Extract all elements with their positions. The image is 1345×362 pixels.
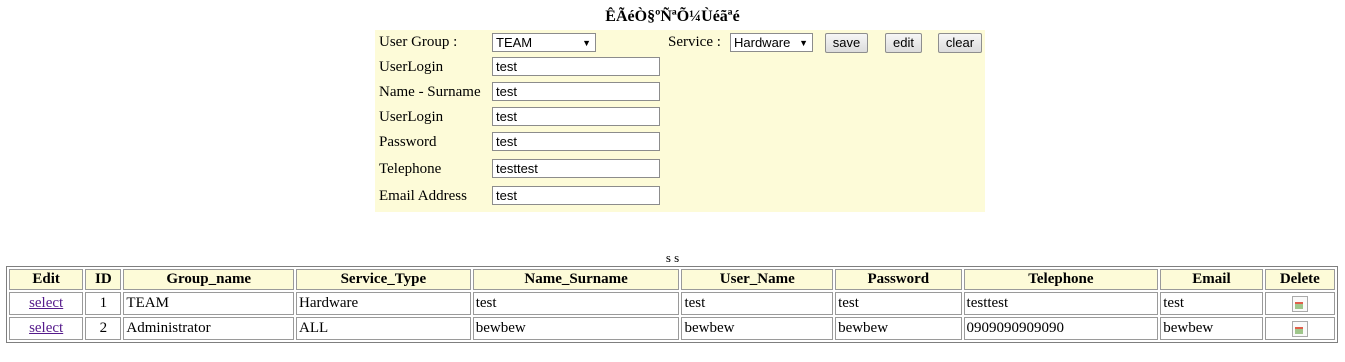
separator-text: s s xyxy=(665,250,680,265)
name-surname-label: Name - Surname xyxy=(379,84,481,100)
email-cell: bewbew xyxy=(1160,317,1263,340)
id-cell: 1 xyxy=(85,292,122,315)
group-name-cell: Administrator xyxy=(123,317,295,340)
column-header-name-surname: Name_Surname xyxy=(472,269,680,290)
user-name-cell: bewbew xyxy=(681,317,834,340)
id-cell: 2 xyxy=(85,317,122,340)
name-surname-cell: test xyxy=(472,292,680,315)
column-header-delete: Delete xyxy=(1264,269,1335,290)
table-row: select 1 TEAM Hardware test test test te… xyxy=(9,292,1335,315)
telephone-input[interactable]: testtest xyxy=(492,159,660,178)
table-row: select 2 Administrator ALL bewbew bewbew… xyxy=(9,317,1335,340)
dropdown-arrow-icon: ▼ xyxy=(799,38,808,48)
select-link[interactable]: select xyxy=(29,320,63,336)
table-header-row: Edit ID Group_name Service_Type Name_Sur… xyxy=(9,269,1335,290)
telephone-cell: testtest xyxy=(963,292,1159,315)
service-value: Hardware xyxy=(734,35,791,50)
email-cell: test xyxy=(1160,292,1263,315)
user-group-select[interactable]: TEAM ▼ xyxy=(492,33,596,52)
password-cell: test xyxy=(835,292,962,315)
delete-cell xyxy=(1264,317,1335,340)
user-name-cell: test xyxy=(681,292,834,315)
service-label: Service : xyxy=(668,34,721,50)
userlogin-input[interactable]: test xyxy=(492,57,660,76)
userlogin-input-2[interactable]: test xyxy=(492,107,660,126)
name-surname-input[interactable]: test xyxy=(492,82,660,101)
save-button[interactable]: save xyxy=(825,33,868,53)
email-label: Email Address xyxy=(379,188,467,204)
column-header-edit: Edit xyxy=(9,269,84,290)
column-header-id: ID xyxy=(85,269,122,290)
password-cell: bewbew xyxy=(835,317,962,340)
column-header-group-name: Group_name xyxy=(123,269,295,290)
column-header-service-type: Service_Type xyxy=(296,269,471,290)
dropdown-arrow-icon: ▼ xyxy=(582,38,591,48)
userlogin-label-2: UserLogin xyxy=(379,109,444,125)
telephone-label: Telephone xyxy=(379,161,442,177)
delete-cell xyxy=(1264,292,1335,315)
group-name-cell: TEAM xyxy=(123,292,295,315)
users-table: Edit ID Group_name Service_Type Name_Sur… xyxy=(6,266,1338,343)
email-input[interactable]: test xyxy=(492,186,660,205)
userlogin-label: UserLogin xyxy=(379,59,444,75)
edit-cell: select xyxy=(9,317,84,340)
select-link[interactable]: select xyxy=(29,295,63,311)
column-header-password: Password xyxy=(835,269,962,290)
name-surname-cell: bewbew xyxy=(472,317,680,340)
broken-image-icon[interactable] xyxy=(1291,320,1308,337)
page-title: ÊÃéÒ§ºÑªÕ¼Ùéãªé xyxy=(605,8,740,25)
service-type-cell: ALL xyxy=(296,317,471,340)
column-header-user-name: User_Name xyxy=(681,269,834,290)
column-header-telephone: Telephone xyxy=(963,269,1159,290)
service-select[interactable]: Hardware ▼ xyxy=(730,33,813,52)
edit-cell: select xyxy=(9,292,84,315)
clear-button[interactable]: clear xyxy=(938,33,982,53)
password-input[interactable]: test xyxy=(492,132,660,151)
column-header-email: Email xyxy=(1160,269,1263,290)
service-type-cell: Hardware xyxy=(296,292,471,315)
password-label: Password xyxy=(379,134,437,150)
broken-image-icon[interactable] xyxy=(1291,295,1308,312)
user-group-label: User Group : xyxy=(379,34,458,50)
user-form: User Group : TEAM ▼ Service : Hardware ▼… xyxy=(375,30,985,212)
telephone-cell: 0909090909090 xyxy=(963,317,1159,340)
edit-button[interactable]: edit xyxy=(885,33,922,53)
user-group-value: TEAM xyxy=(496,35,533,50)
